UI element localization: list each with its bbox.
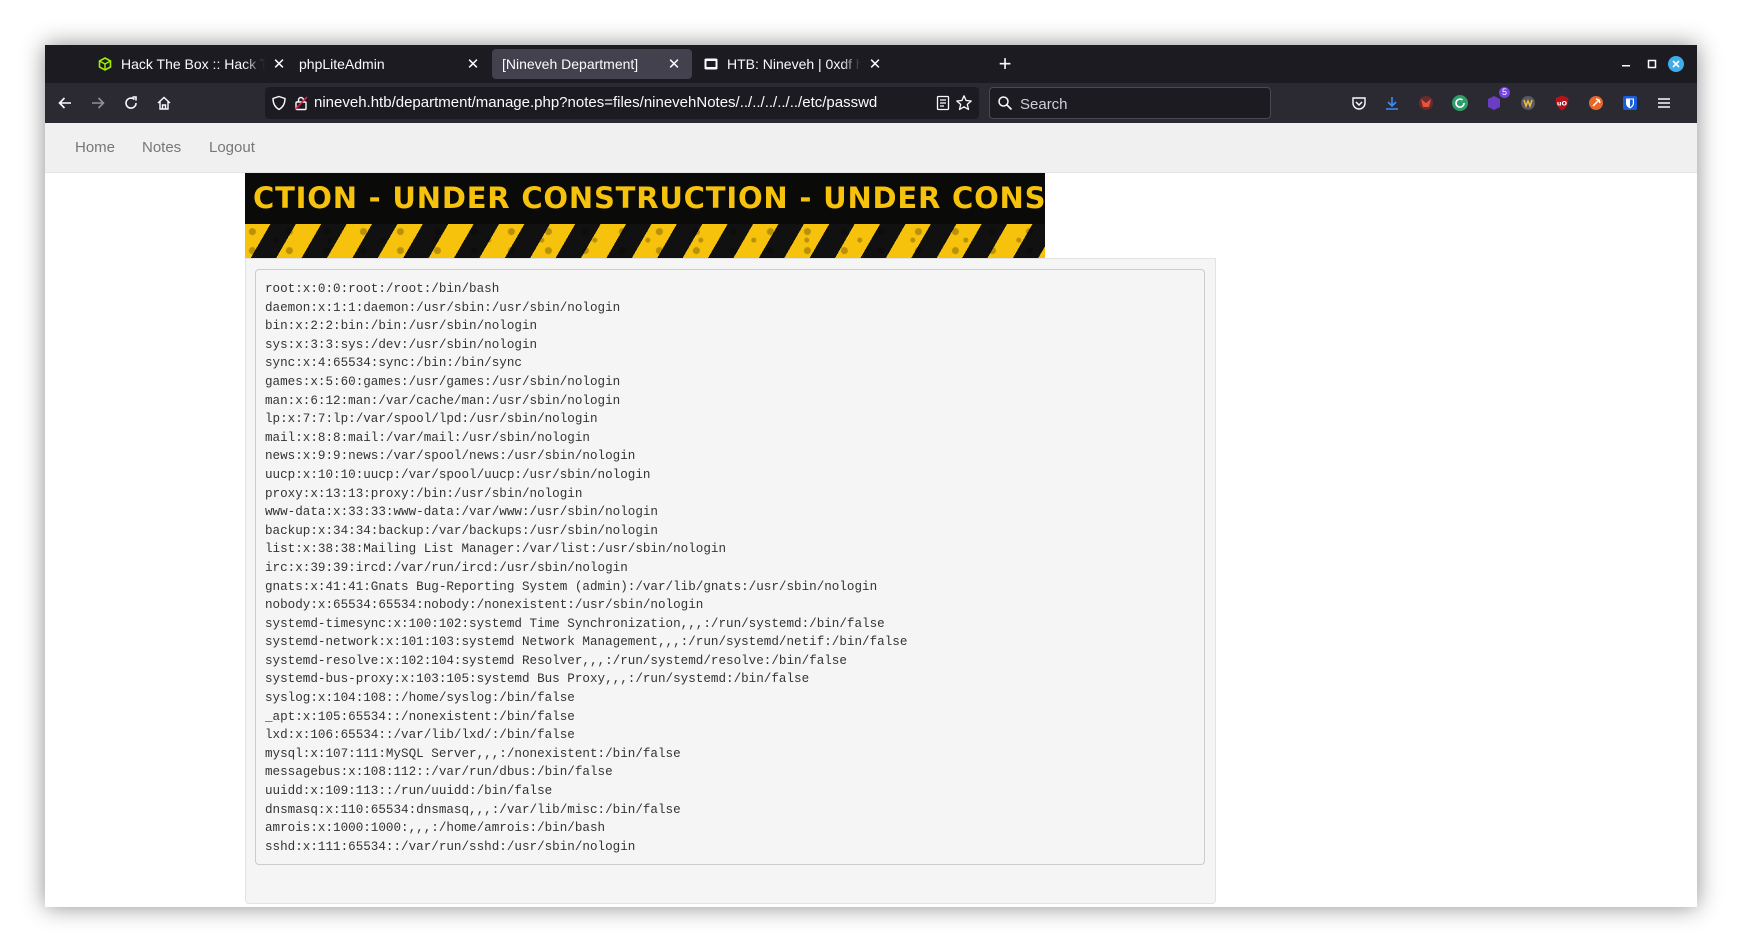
url-text[interactable]: nineveh.htb/department/manage.php?notes=…	[314, 94, 877, 111]
passwd-line: www-data:x:33:33:www-data:/var/www:/usr/…	[265, 505, 658, 520]
bookmark-star-icon[interactable]	[955, 94, 973, 112]
extension-badge: 5	[1498, 87, 1510, 98]
ublock-origin-icon[interactable]: uO	[1550, 91, 1574, 115]
pocket-icon[interactable]	[1347, 91, 1371, 115]
passwd-line: root:x:0:0:root:/root:/bin/bash	[265, 282, 500, 296]
htb-cube-icon	[97, 56, 113, 72]
navigation-toolbar: nineveh.htb/department/manage.php?notes=…	[45, 83, 1697, 123]
reload-icon[interactable]	[117, 89, 145, 117]
nav-notes-link[interactable]: Notes	[142, 139, 181, 156]
passwd-line: systemd-bus-proxy:x:103:105:systemd Bus …	[265, 672, 810, 687]
passwd-line: gnats:x:41:41:Gnats Bug-Reporting System…	[265, 579, 878, 594]
passwd-line: systemd-timesync:x:100:102:systemd Time …	[265, 616, 885, 631]
passwd-line: games:x:5:60:games:/usr/games:/usr/sbin/…	[265, 374, 621, 389]
passwd-line: irc:x:39:39:ircd:/var/run/ircd:/usr/sbin…	[265, 560, 628, 575]
browser-window: Hack The Box :: Hack The B ✕ phpLiteAdmi…	[45, 45, 1697, 907]
foxyproxy-extension-icon[interactable]	[1414, 91, 1438, 115]
tab-0xdf[interactable]: HTB: Nineveh | 0xdf hacks ✕	[693, 49, 893, 79]
maximize-icon[interactable]	[1642, 54, 1662, 74]
passwd-line: messagebus:x:108:112::/var/run/dbus:/bin…	[265, 765, 613, 780]
hamburger-menu-icon[interactable]	[1652, 91, 1676, 115]
forward-icon[interactable]	[84, 89, 112, 117]
passwd-line: uuidd:x:109:113::/run/uuidd:/bin/false	[265, 784, 553, 799]
tab-nineveh-department[interactable]: [Nineveh Department] ✕	[492, 49, 692, 79]
0xdf-icon	[703, 56, 719, 72]
tab-strip: Hack The Box :: Hack The B ✕ phpLiteAdmi…	[45, 45, 1697, 83]
passwd-line: uucp:x:10:10:uucp:/var/spool/uucp:/usr/s…	[265, 467, 651, 482]
bitwarden-icon[interactable]	[1618, 91, 1642, 115]
passwd-line: amrois:x:1000:1000:,,,:/home/amrois:/bin…	[265, 821, 606, 836]
close-icon[interactable]: ✕	[465, 56, 481, 73]
passwd-line: bin:x:2:2:bin:/bin:/usr/sbin/nologin	[265, 319, 538, 334]
insecure-lock-icon[interactable]	[293, 95, 309, 111]
site-navbar: Home Notes Logout	[45, 123, 1697, 173]
tracking-shield-icon[interactable]	[271, 95, 287, 111]
search-icon	[997, 95, 1013, 111]
passwd-line: man:x:6:12:man:/var/cache/man:/usr/sbin/…	[265, 393, 621, 408]
tab-title: HTB: Nineveh | 0xdf hacks	[727, 56, 861, 72]
search-input[interactable]	[1018, 93, 1262, 115]
nav-home-link[interactable]: Home	[75, 139, 115, 156]
burp-extension-icon[interactable]	[1584, 91, 1608, 115]
passwd-line: sshd:x:111:65534::/var/run/sshd:/usr/sbi…	[265, 839, 636, 854]
passwd-line: nobody:x:65534:65534:nobody:/nonexistent…	[265, 598, 704, 613]
passwd-line: systemd-resolve:x:102:104:systemd Resolv…	[265, 653, 847, 668]
reader-view-icon[interactable]	[935, 95, 951, 111]
downloads-icon[interactable]	[1380, 91, 1404, 115]
passwd-line: mail:x:8:8:mail:/var/mail:/usr/sbin/nolo…	[265, 430, 590, 445]
passwd-line: news:x:9:9:news:/var/spool/news:/usr/sbi…	[265, 449, 636, 464]
wappalyzer-extension-icon[interactable]	[1516, 91, 1540, 115]
close-icon[interactable]: ✕	[666, 56, 682, 73]
passwd-line: lxd:x:106:65534::/var/lib/lxd/:/bin/fals…	[265, 728, 575, 743]
passwd-line: mysql:x:107:111:MySQL Server,,,:/nonexis…	[265, 746, 681, 761]
purple-extension-icon[interactable]: 5	[1482, 87, 1510, 115]
under-construction-banner: CTION - UNDER CONSTRUCTION - UNDER CONS	[245, 173, 1045, 258]
passwd-line: sys:x:3:3:sys:/dev:/usr/sbin/nologin	[265, 337, 538, 352]
page-content: Home Notes Logout CTION - UNDER CONSTRUC…	[45, 123, 1697, 907]
passwd-line: _apt:x:105:65534::/nonexistent:/bin/fals…	[265, 709, 575, 724]
search-bar[interactable]	[989, 87, 1271, 119]
passwd-line: lp:x:7:7:lp:/var/spool/lpd:/usr/sbin/nol…	[265, 412, 598, 427]
banner-text: CTION - UNDER CONSTRUCTION - UNDER CONS	[253, 181, 1045, 215]
tab-phpliteadmin[interactable]: phpLiteAdmin ✕	[289, 49, 491, 79]
passwd-line: sync:x:4:65534:sync:/bin:/bin/sync	[265, 356, 522, 371]
notes-output: root:x:0:0:root:/root:/bin/bash daemon:x:…	[255, 269, 1205, 865]
svg-text:uO: uO	[1557, 100, 1568, 108]
close-icon[interactable]: ✕	[271, 56, 287, 73]
new-tab-button[interactable]: +	[993, 52, 1017, 76]
passwd-line: proxy:x:13:13:proxy:/bin:/usr/sbin/nolog…	[265, 486, 583, 501]
window-close-icon[interactable]	[1666, 54, 1686, 74]
back-icon[interactable]	[51, 89, 79, 117]
passwd-line: backup:x:34:34:backup:/var/backups:/usr/…	[265, 523, 658, 538]
tab-title: Hack The Box :: Hack The B	[121, 56, 265, 72]
passwd-line: daemon:x:1:1:daemon:/usr/sbin:/usr/sbin/…	[265, 300, 621, 315]
home-icon[interactable]	[150, 89, 178, 117]
passwd-line: list:x:38:38:Mailing List Manager:/var/l…	[265, 542, 727, 557]
minimize-icon[interactable]	[1616, 54, 1636, 74]
passwd-line: systemd-network:x:101:103:systemd Networ…	[265, 635, 908, 650]
nav-logout-link[interactable]: Logout	[209, 139, 255, 156]
close-icon[interactable]: ✕	[867, 56, 883, 73]
tab-title: [Nineveh Department]	[502, 56, 639, 72]
tab-hackthebox[interactable]: Hack The Box :: Hack The B ✕	[87, 49, 297, 79]
url-bar[interactable]: nineveh.htb/department/manage.php?notes=…	[265, 87, 979, 119]
passwd-line: syslog:x:104:108::/home/syslog:/bin/fals…	[265, 691, 575, 706]
hazard-stripes	[245, 224, 1045, 258]
passwd-line: dnsmasq:x:110:65534:dnsmasq,,,:/var/lib/…	[265, 802, 681, 817]
refresh-extension-icon[interactable]	[1448, 91, 1472, 115]
tab-title: phpLiteAdmin	[299, 56, 385, 72]
